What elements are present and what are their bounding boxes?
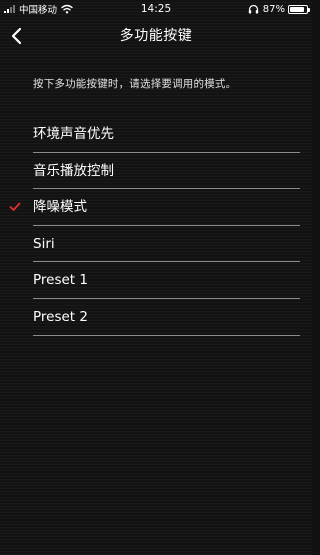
mode-option[interactable]: Preset 2 [0,299,312,336]
battery-percent: 87% [262,3,285,15]
mode-option-label: Siri [33,235,55,252]
checkmark-icon [9,202,21,212]
mode-options-list: 环境声音优先 音乐播放控制 降噪模式 Siri Preset 1 Preset 2 [0,116,312,336]
battery-icon [288,4,310,14]
status-bar: 中国移动 14:25 87% [0,0,312,18]
mode-option-label: 音乐播放控制 [33,162,114,179]
mode-option[interactable]: 环境声音优先 [0,116,312,153]
mode-option[interactable]: 降噪模式 [0,189,312,226]
mode-option-label: Preset 2 [33,308,88,325]
navigation-bar: 多功能按键 [0,18,312,54]
mode-option[interactable]: Siri [0,226,312,263]
mode-option-label: 降噪模式 [33,199,87,216]
battery-fill [290,6,304,12]
instruction-text: 按下多功能按键时，请选择要调用的模式。 [33,78,237,90]
divider [33,334,300,336]
page-title: 多功能按键 [119,28,193,44]
mode-option[interactable]: Preset 1 [0,262,312,299]
status-right: 87% [248,2,310,16]
screen: 中国移动 14:25 87% 多功能按键 按下多功能按键时，请选择要调用的模式。… [0,0,312,555]
mode-option-label: Preset 1 [33,272,88,289]
mode-option-label: 环境声音优先 [33,126,114,142]
headphone-icon [248,4,258,14]
mode-option[interactable]: 音乐播放控制 [0,153,312,190]
